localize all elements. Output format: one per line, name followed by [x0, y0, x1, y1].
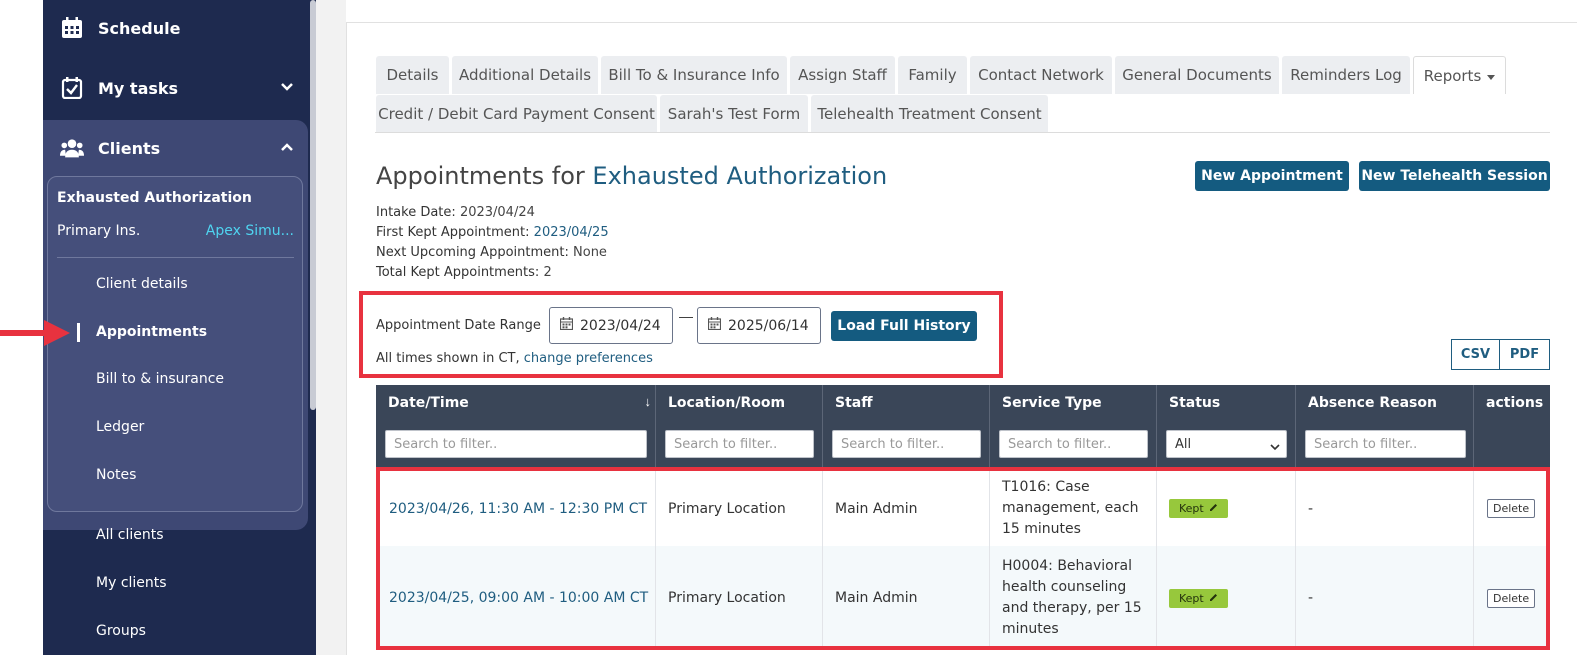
date-range-label: Appointment Date Range	[376, 318, 541, 333]
filter-staff-input[interactable]: Search to filter..	[832, 430, 981, 458]
chevron-up-icon[interactable]	[280, 139, 294, 158]
nav-my-tasks-label: My tasks	[98, 78, 179, 98]
nav-clients-label: Clients	[98, 138, 161, 158]
chevron-down-icon[interactable]	[280, 79, 294, 98]
status-filter-value: All	[1175, 436, 1192, 452]
col-absence-label: Absence Reason	[1308, 395, 1437, 411]
nav-my-tasks[interactable]: My tasks	[43, 63, 316, 113]
checklist-icon	[60, 76, 84, 100]
col-service-type-label: Service Type	[1002, 395, 1102, 411]
active-indicator	[77, 323, 80, 342]
sidebar-item-appointments[interactable]: Appointments	[96, 324, 207, 340]
tab-telehealth-consent[interactable]: Telehealth Treatment Consent	[811, 95, 1048, 133]
tab-bill-to-insurance[interactable]: Bill To & Insurance Info	[601, 56, 787, 94]
tab-family[interactable]: Family	[898, 56, 967, 94]
next-appointment: Next Upcoming Appointment: None	[376, 245, 607, 260]
col-datetime[interactable]: Date/Time ↓ Search to filter..	[376, 385, 656, 467]
col-staff[interactable]: Staff Search to filter..	[823, 385, 990, 467]
tab-reminders-log[interactable]: Reminders Log	[1282, 56, 1410, 94]
next-value: None	[573, 245, 607, 260]
filter-service-input[interactable]: Search to filter..	[999, 430, 1148, 458]
tab-assign-staff[interactable]: Assign Staff	[790, 56, 895, 94]
sidebar-item-bill-to-insurance[interactable]: Bill to & insurance	[96, 371, 224, 387]
start-date-value: 2023/04/24	[580, 317, 661, 334]
gutter	[316, 0, 346, 655]
tab-details[interactable]: Details	[376, 56, 449, 94]
col-status-label: Status	[1169, 395, 1221, 411]
highlight-box-rows	[376, 467, 1550, 650]
first-kept-label: First Kept Appointment:	[376, 225, 530, 240]
end-date-value: 2025/06/14	[728, 317, 809, 334]
col-status[interactable]: Status All	[1157, 385, 1296, 467]
timezone-text: All times shown in CT,	[376, 351, 520, 366]
status-filter-select[interactable]: All	[1166, 430, 1287, 458]
sidebar-item-client-details[interactable]: Client details	[96, 276, 188, 292]
nav-schedule[interactable]: Schedule	[43, 3, 316, 53]
sidebar-item-ledger[interactable]: Ledger	[96, 419, 144, 435]
load-full-history-button[interactable]: Load Full History	[831, 311, 977, 341]
filter-absence-input[interactable]: Search to filter..	[1305, 430, 1466, 458]
sidebar-item-all-clients[interactable]: All clients	[96, 527, 164, 543]
timezone-note: All times shown in CT, change preference…	[376, 351, 653, 366]
new-telehealth-button[interactable]: New Telehealth Session	[1359, 161, 1550, 191]
tab-general-documents[interactable]: General Documents	[1115, 56, 1279, 94]
col-actions: actions	[1474, 385, 1550, 467]
sort-down-icon[interactable]: ↓	[645, 394, 652, 409]
tab-divider	[375, 132, 1550, 133]
arrow-annotation-icon	[0, 318, 72, 353]
page-title: Appointments for Exhausted Authorization	[376, 162, 887, 190]
tab-reports[interactable]: Reports	[1413, 56, 1506, 94]
divider	[57, 257, 294, 258]
total-value: 2	[543, 265, 552, 280]
primary-ins-link[interactable]: Apex Simu...	[206, 223, 294, 239]
sidebar-item-groups[interactable]: Groups	[96, 623, 146, 639]
chevron-down-icon	[1270, 440, 1280, 455]
tab-reports-label: Reports	[1423, 66, 1482, 85]
filter-location-input[interactable]: Search to filter..	[665, 430, 814, 458]
col-location[interactable]: Location/Room Search to filter..	[656, 385, 823, 467]
change-preferences-link[interactable]: change preferences	[524, 351, 653, 366]
intake-label: Intake Date:	[376, 205, 456, 220]
calendar-icon	[707, 317, 722, 334]
range-dash: —	[679, 308, 693, 324]
users-icon	[60, 136, 84, 160]
first-kept: First Kept Appointment: 2023/04/25	[376, 225, 609, 240]
sidebar: Schedule My tasks Clients Exhausted Auth…	[43, 0, 316, 655]
total-kept: Total Kept Appointments: 2	[376, 265, 552, 280]
col-staff-label: Staff	[835, 395, 873, 411]
calendar-icon	[60, 16, 84, 40]
client-card: Exhausted Authorization Primary Ins. Ape…	[47, 176, 303, 512]
page-title-prefix: Appointments for	[376, 162, 585, 190]
table-header: Date/Time ↓ Search to filter.. Location/…	[376, 385, 1550, 467]
tab-sarahs-test-form[interactable]: Sarah's Test Form	[660, 95, 808, 133]
sidebar-item-my-clients[interactable]: My clients	[96, 575, 167, 591]
sidebar-item-notes[interactable]: Notes	[96, 467, 136, 483]
page-title-client: Exhausted Authorization	[592, 162, 888, 190]
col-actions-label: actions	[1486, 395, 1544, 411]
col-datetime-label: Date/Time	[388, 395, 469, 411]
new-appointment-button[interactable]: New Appointment	[1195, 161, 1349, 191]
primary-ins-label: Primary Ins.	[57, 223, 141, 239]
col-location-label: Location/Room	[668, 395, 786, 411]
tab-contact-network[interactable]: Contact Network	[970, 56, 1112, 94]
tab-additional-details[interactable]: Additional Details	[452, 56, 598, 94]
next-label: Next Upcoming Appointment:	[376, 245, 569, 260]
csv-button[interactable]: CSV	[1451, 339, 1500, 370]
client-name: Exhausted Authorization	[57, 190, 252, 206]
intake-date: Intake Date: 2023/04/24	[376, 205, 535, 220]
total-label: Total Kept Appointments:	[376, 265, 540, 280]
tab-card-consent[interactable]: Credit / Debit Card Payment Consent	[376, 95, 657, 133]
pdf-button[interactable]: PDF	[1499, 339, 1550, 370]
intake-value: 2023/04/24	[459, 205, 535, 220]
filter-datetime-input[interactable]: Search to filter..	[385, 430, 647, 458]
nav-schedule-label: Schedule	[98, 18, 181, 38]
start-date-input[interactable]: 2023/04/24	[549, 307, 673, 344]
col-service-type[interactable]: Service Type Search to filter..	[990, 385, 1157, 467]
nav-clients[interactable]: Clients	[43, 123, 316, 173]
calendar-icon	[559, 317, 574, 334]
col-absence-reason[interactable]: Absence Reason Search to filter..	[1296, 385, 1474, 467]
first-kept-value[interactable]: 2023/04/25	[534, 225, 609, 240]
end-date-input[interactable]: 2025/06/14	[697, 307, 821, 344]
caret-down-icon	[1487, 67, 1496, 85]
